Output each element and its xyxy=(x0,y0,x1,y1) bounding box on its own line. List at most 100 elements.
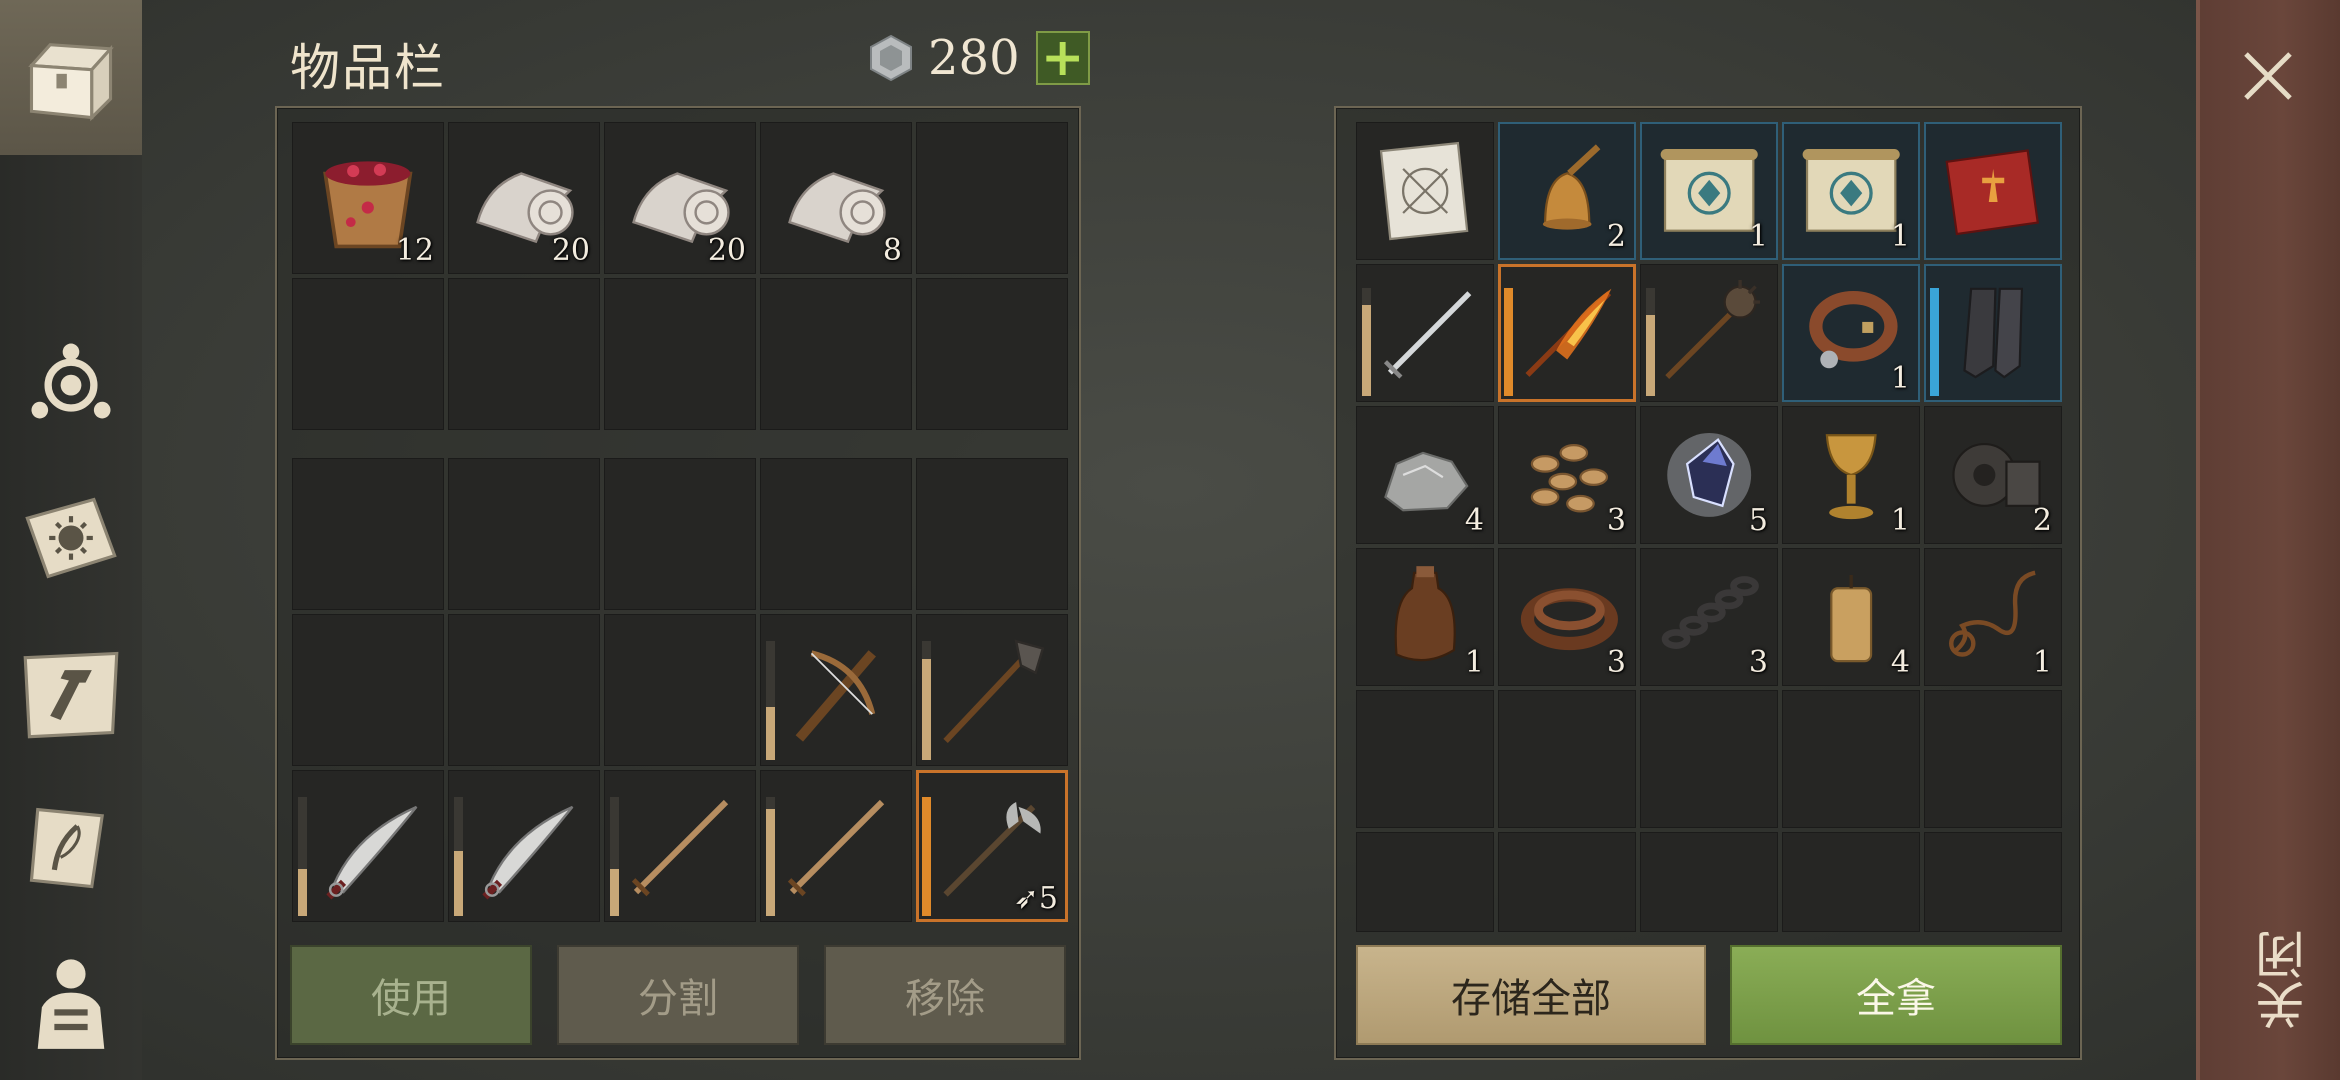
chain-icon xyxy=(1661,576,1759,649)
inventory-slot[interactable] xyxy=(292,614,444,766)
item-quantity: 1 xyxy=(1748,219,1768,254)
longsword-icon xyxy=(1383,291,1472,379)
durability-bar xyxy=(766,641,775,760)
container-slot[interactable] xyxy=(1498,832,1636,932)
container-slot[interactable]: 1 xyxy=(1782,406,1920,544)
split-button[interactable]: 分割 xyxy=(557,945,799,1045)
container-slot[interactable] xyxy=(1640,832,1778,932)
container-slot[interactable]: 5 xyxy=(1640,406,1778,544)
container-slot[interactable]: 1 xyxy=(1640,122,1778,260)
inventory-bag-grid: ➶5 xyxy=(292,458,1068,922)
inventory-slot[interactable]: 12 xyxy=(292,122,444,274)
inventory-slot[interactable] xyxy=(292,770,444,922)
container-slot[interactable]: 1 xyxy=(1356,548,1494,686)
container-slot[interactable]: 1 xyxy=(1782,264,1920,402)
crystal-icon xyxy=(1667,433,1751,517)
remove-button[interactable]: 移除 xyxy=(824,945,1066,1045)
inventory-slot[interactable] xyxy=(604,458,756,610)
inventory-slot[interactable] xyxy=(292,278,444,430)
inventory-slot[interactable] xyxy=(760,278,912,430)
item-quantity: 1 xyxy=(2032,645,2052,680)
character-skills-icon xyxy=(31,343,111,419)
chain-greaves-icon xyxy=(1963,287,2023,379)
left-nav xyxy=(0,0,142,1080)
container-slot[interactable] xyxy=(1498,690,1636,828)
container-slot[interactable] xyxy=(1356,264,1494,402)
item-quantity: 20 xyxy=(551,233,590,268)
inventory-title: 物品栏 xyxy=(290,39,446,97)
inventory-slot[interactable] xyxy=(760,770,912,922)
take-all-button[interactable]: 全拿 xyxy=(1730,945,2062,1045)
crossbow-icon xyxy=(795,650,877,742)
inventory-slot[interactable] xyxy=(448,278,600,430)
inventory-slot[interactable] xyxy=(760,458,912,610)
inventory-slot[interactable] xyxy=(604,614,756,766)
container-slot[interactable] xyxy=(1924,264,2062,402)
container-slot[interactable] xyxy=(1924,690,2062,828)
inventory-slot[interactable] xyxy=(916,122,1068,274)
container-slot[interactable] xyxy=(1782,690,1920,828)
add-currency-button[interactable]: + xyxy=(1035,31,1090,85)
container-slot[interactable]: 4 xyxy=(1782,548,1920,686)
container-slot[interactable]: 2 xyxy=(1924,406,2062,544)
store-all-button[interactable]: 存储全部 xyxy=(1356,945,1706,1045)
container-slot[interactable]: 3 xyxy=(1640,548,1778,686)
container-slot[interactable] xyxy=(1782,832,1920,932)
container-slot[interactable] xyxy=(1924,832,2062,932)
inventory-slot[interactable] xyxy=(292,458,444,610)
close-label[interactable]: 关闭 xyxy=(2248,930,2313,1030)
container-slot[interactable] xyxy=(1356,122,1494,260)
close-sidebar[interactable] xyxy=(2196,0,2340,1080)
rune-scroll-icon xyxy=(1660,149,1758,232)
close-icon[interactable] xyxy=(2236,44,2300,108)
inventory-slot[interactable] xyxy=(448,770,600,922)
inventory-slot[interactable]: ➶5 xyxy=(916,770,1068,922)
inventory-slot[interactable] xyxy=(448,458,600,610)
nav-skills-tab[interactable] xyxy=(10,320,132,442)
item-quantity: 1 xyxy=(1890,361,1910,396)
item-quantity: 4 xyxy=(1464,503,1484,538)
nav-crafting-tab[interactable] xyxy=(10,632,132,754)
container-slot[interactable]: 1 xyxy=(1924,548,2062,686)
mace-staff-icon xyxy=(943,639,1045,744)
inventory-slot[interactable] xyxy=(916,614,1068,766)
chest-icon xyxy=(28,42,114,121)
nav-quests-tab[interactable] xyxy=(10,786,132,908)
container-slot[interactable] xyxy=(1640,690,1778,828)
inventory-slot[interactable] xyxy=(604,278,756,430)
container-slot[interactable] xyxy=(1924,122,2062,260)
container-slot[interactable] xyxy=(1640,264,1778,402)
leather-flask-icon xyxy=(1394,566,1456,662)
character-equipment-icon xyxy=(37,959,105,1049)
inventory-slot[interactable]: 20 xyxy=(604,122,756,274)
item-quantity: ➶5 xyxy=(1013,881,1058,916)
container-slot[interactable] xyxy=(1356,690,1494,828)
container-slot[interactable]: 4 xyxy=(1356,406,1494,544)
nav-lore-tab[interactable] xyxy=(10,478,132,600)
seeds-icon xyxy=(1530,444,1608,513)
inventory-slot[interactable] xyxy=(604,770,756,922)
inventory-slot[interactable] xyxy=(448,614,600,766)
inventory-slot[interactable] xyxy=(916,458,1068,610)
container-slot[interactable] xyxy=(1356,832,1494,932)
container-slot[interactable]: 2 xyxy=(1498,122,1636,260)
container-slot[interactable]: 3 xyxy=(1498,548,1636,686)
item-quantity: 1 xyxy=(1890,219,1910,254)
inventory-slot[interactable]: 20 xyxy=(448,122,600,274)
inventory-slot[interactable] xyxy=(760,614,912,766)
red-book-icon xyxy=(1945,149,2039,236)
nav-inventory-tab[interactable] xyxy=(0,0,142,155)
rune-scroll-icon xyxy=(1802,149,1900,232)
cloth-roll-icon xyxy=(788,172,886,244)
container-slot[interactable]: 1 xyxy=(1782,122,1920,260)
container-slot[interactable] xyxy=(1498,264,1636,402)
item-quantity: 20 xyxy=(707,233,746,268)
gear-icon xyxy=(1952,442,2041,507)
use-button[interactable]: 使用 xyxy=(290,945,532,1045)
nav-character-tab[interactable] xyxy=(10,940,132,1062)
container-slot[interactable]: 3 xyxy=(1498,406,1636,544)
inventory-slot[interactable] xyxy=(916,278,1068,430)
item-quantity: 2 xyxy=(2032,503,2052,538)
inventory-slot[interactable]: 8 xyxy=(760,122,912,274)
candle-icon xyxy=(1830,575,1872,663)
